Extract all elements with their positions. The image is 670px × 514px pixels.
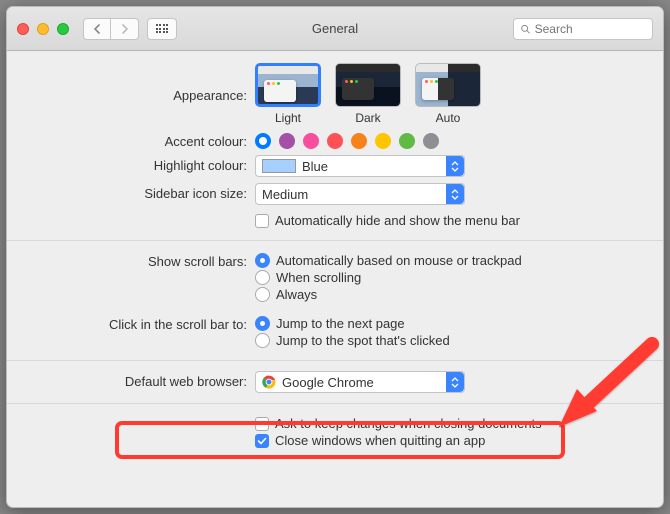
close-window-button[interactable]	[17, 23, 29, 35]
scrollclick-label: Click in the scroll bar to:	[7, 314, 255, 332]
highlight-swatch	[262, 159, 296, 173]
back-button[interactable]	[83, 18, 111, 40]
forward-button[interactable]	[111, 18, 139, 40]
search-icon	[520, 23, 531, 35]
window-controls	[17, 23, 69, 35]
scrollclick-option-1[interactable]: Jump to the spot that's clicked	[255, 333, 643, 348]
browser-label: Default web browser:	[7, 371, 255, 389]
appearance-dark[interactable]	[335, 63, 401, 107]
browser-value: Google Chrome	[282, 375, 374, 390]
appearance-light-label: Light	[255, 111, 321, 125]
close-windows-label: Close windows when quitting an app	[275, 433, 485, 448]
scrollbars-option-label: When scrolling	[276, 270, 361, 285]
chevron-right-icon	[121, 24, 129, 34]
appearance-auto[interactable]	[415, 63, 481, 107]
checkbox-icon	[255, 214, 269, 228]
search-field-wrap[interactable]	[513, 18, 653, 40]
appearance-dark-label: Dark	[335, 111, 401, 125]
general-prefs-window: General Appearance: Light	[6, 6, 664, 508]
accent-color-6[interactable]	[399, 133, 415, 149]
appearance-auto-label: Auto	[415, 111, 481, 125]
chrome-icon	[262, 375, 276, 389]
appearance-label: Appearance:	[7, 85, 255, 103]
nav-buttons	[83, 18, 139, 40]
close-windows-checkbox[interactable]: Close windows when quitting an app	[255, 433, 643, 448]
radio-icon	[255, 270, 270, 285]
appearance-options: Light Dark Auto	[255, 63, 643, 125]
accent-color-5[interactable]	[375, 133, 391, 149]
select-arrows-icon	[446, 184, 464, 204]
accent-label: Accent colour:	[7, 131, 255, 149]
ask-changes-checkbox[interactable]: Ask to keep changes when closing documen…	[255, 416, 643, 431]
divider	[7, 403, 663, 404]
accent-color-0[interactable]	[255, 133, 271, 149]
scrollbars-option-label: Always	[276, 287, 317, 302]
scrollclick-option-label: Jump to the spot that's clicked	[276, 333, 450, 348]
appearance-light[interactable]	[255, 63, 321, 107]
radio-icon	[255, 316, 270, 331]
checkbox-checked-icon	[255, 434, 269, 448]
highlight-color-select[interactable]: Blue	[255, 155, 465, 177]
scrollclick-radio-group: Jump to the next page Jump to the spot th…	[255, 314, 663, 350]
scrollbars-label: Show scroll bars:	[7, 251, 255, 269]
prefs-content: Appearance: Light	[7, 51, 663, 450]
highlight-label: Highlight colour:	[7, 155, 255, 173]
divider	[7, 360, 663, 361]
menubar-autohide-label: Automatically hide and show the menu bar	[275, 213, 520, 228]
highlight-value: Blue	[302, 159, 328, 174]
sidebar-size-select[interactable]: Medium	[255, 183, 465, 205]
show-all-button[interactable]	[147, 18, 177, 40]
scrollbars-option-2[interactable]: Always	[255, 287, 643, 302]
accent-color-2[interactable]	[303, 133, 319, 149]
titlebar: General	[7, 7, 663, 51]
select-arrows-icon	[446, 156, 464, 176]
select-arrows-icon	[446, 372, 464, 392]
scrollclick-option-0[interactable]: Jump to the next page	[255, 316, 643, 331]
scrollbars-option-0[interactable]: Automatically based on mouse or trackpad	[255, 253, 643, 268]
default-browser-select[interactable]: Google Chrome	[255, 371, 465, 393]
checkbox-icon	[255, 417, 269, 431]
scrollbars-option-label: Automatically based on mouse or trackpad	[276, 253, 522, 268]
divider	[7, 240, 663, 241]
grid-icon	[156, 24, 169, 33]
accent-color-4[interactable]	[351, 133, 367, 149]
accent-color-picker	[255, 131, 643, 149]
maximize-window-button[interactable]	[57, 23, 69, 35]
menubar-autohide-checkbox[interactable]: Automatically hide and show the menu bar	[255, 213, 643, 228]
scrollbars-option-1[interactable]: When scrolling	[255, 270, 643, 285]
radio-icon	[255, 333, 270, 348]
accent-color-3[interactable]	[327, 133, 343, 149]
minimize-window-button[interactable]	[37, 23, 49, 35]
accent-color-1[interactable]	[279, 133, 295, 149]
scrollclick-option-label: Jump to the next page	[276, 316, 405, 331]
ask-changes-label: Ask to keep changes when closing documen…	[275, 416, 542, 431]
radio-icon	[255, 287, 270, 302]
radio-icon	[255, 253, 270, 268]
sidebar-size-label: Sidebar icon size:	[7, 183, 255, 201]
scrollbars-radio-group: Automatically based on mouse or trackpad…	[255, 251, 663, 304]
chevron-left-icon	[93, 24, 101, 34]
accent-color-7[interactable]	[423, 133, 439, 149]
search-input[interactable]	[535, 22, 646, 36]
sidebar-size-value: Medium	[262, 187, 308, 202]
